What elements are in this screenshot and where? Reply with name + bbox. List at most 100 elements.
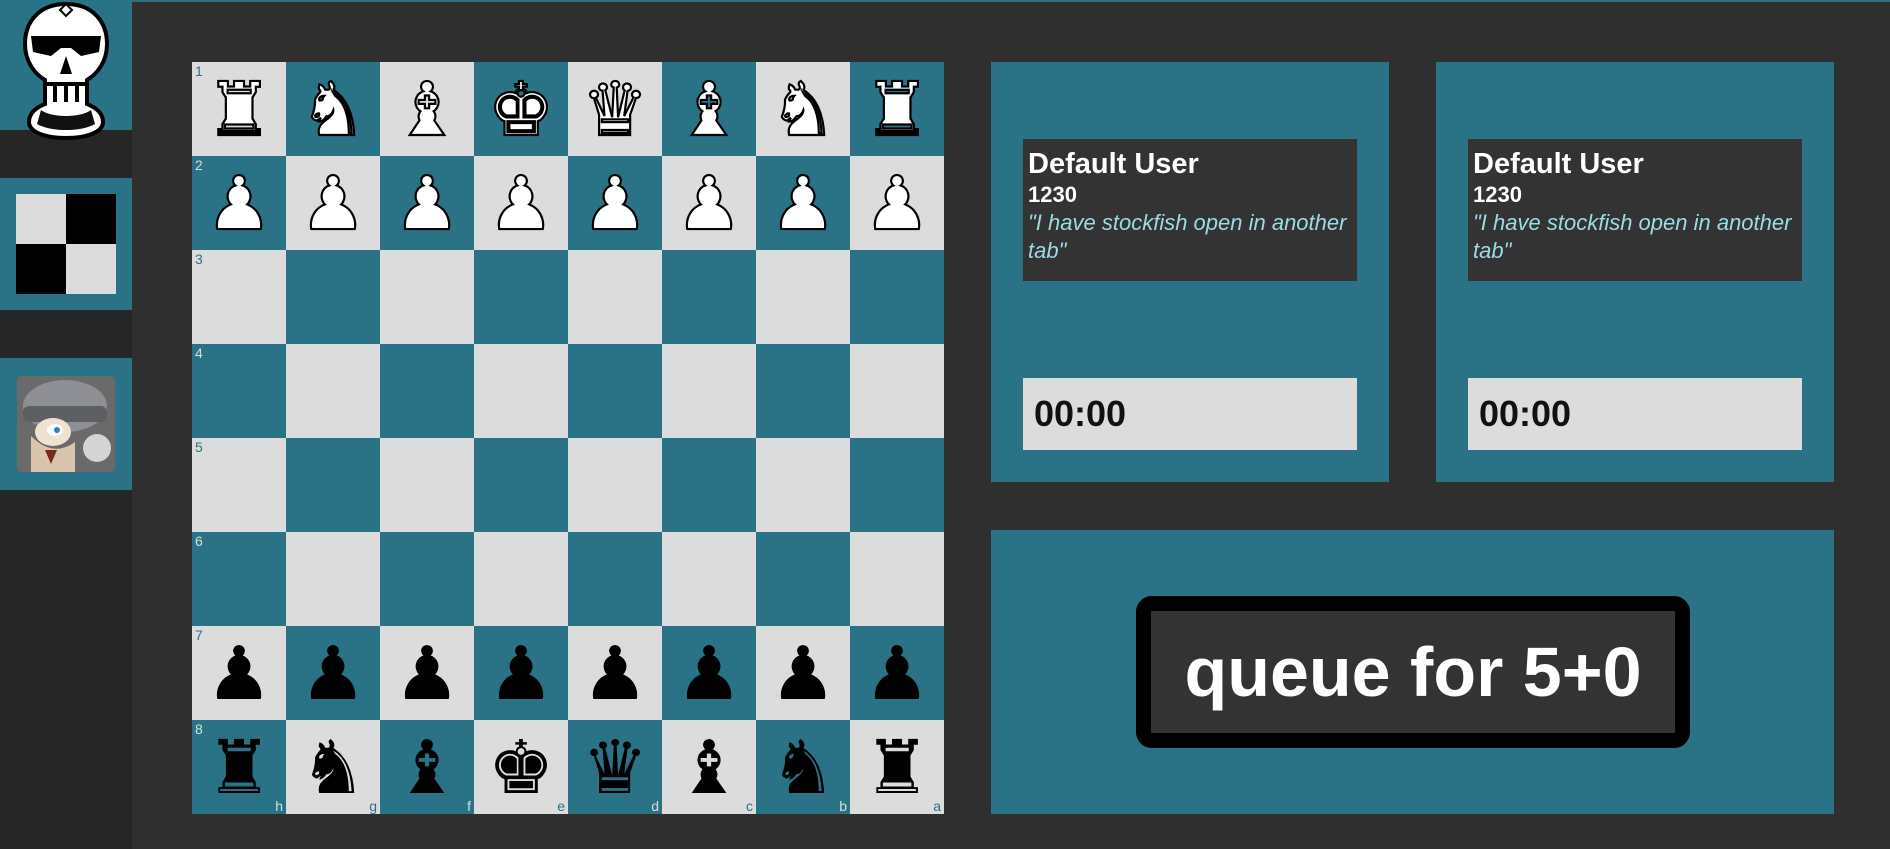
board-square[interactable]: ♟ [286,156,380,250]
board-square[interactable]: ♚ [474,62,568,156]
board-square[interactable] [662,250,756,344]
board-square[interactable] [568,250,662,344]
board-square[interactable]: a ♜ [850,720,944,814]
board-square[interactable]: ♟ [568,626,662,720]
black-pawn-icon[interactable]: ♟ [676,637,742,711]
black-bishop-icon[interactable]: ♝ [394,731,460,805]
board-square[interactable]: ♟ [474,156,568,250]
sidebar-item-board[interactable] [0,178,132,310]
sidebar-item-profile[interactable] [0,358,132,490]
board-square[interactable]: ♟ [662,626,756,720]
board-square[interactable] [474,438,568,532]
white-bishop-icon[interactable]: ♝ [393,72,462,148]
board-square[interactable]: ♟ [756,626,850,720]
white-king-icon[interactable]: ♚ [487,72,556,148]
board-square[interactable] [380,344,474,438]
black-pawn-icon[interactable]: ♟ [394,637,460,711]
board-square[interactable]: ♝ [380,62,474,156]
board-square[interactable]: 6 [192,532,286,626]
black-knight-icon[interactable]: ♞ [300,731,366,805]
board-square[interactable]: 8 h ♜ [192,720,286,814]
board-square[interactable] [380,532,474,626]
white-pawn-icon[interactable]: ♟ [675,166,744,242]
board-square[interactable]: 1 ♜ [192,62,286,156]
board-square[interactable]: ♞ [286,62,380,156]
white-pawn-icon[interactable]: ♟ [393,166,462,242]
board-square[interactable]: 4 [192,344,286,438]
board-square[interactable] [286,438,380,532]
board-square[interactable] [756,344,850,438]
board-square[interactable]: ♟ [850,626,944,720]
board-square[interactable]: ♟ [380,626,474,720]
black-bishop-icon[interactable]: ♝ [676,731,742,805]
board-square[interactable] [474,344,568,438]
board-square[interactable]: f ♝ [380,720,474,814]
white-pawn-icon[interactable]: ♟ [863,166,932,242]
board-square[interactable]: g ♞ [286,720,380,814]
board-square[interactable] [286,250,380,344]
board-square[interactable] [568,438,662,532]
board-square[interactable]: 2 ♟ [192,156,286,250]
white-queen-icon[interactable]: ♛ [581,72,650,148]
sidebar-item-home[interactable] [0,0,132,141]
black-knight-icon[interactable]: ♞ [770,731,836,805]
board-square[interactable]: ♟ [662,156,756,250]
white-pawn-icon[interactable]: ♟ [205,166,274,242]
board-square[interactable] [568,532,662,626]
board-square[interactable]: b ♞ [756,720,850,814]
black-pawn-icon[interactable]: ♟ [582,637,648,711]
board-square[interactable] [850,344,944,438]
board-square[interactable]: ♟ [286,626,380,720]
board-square[interactable]: ♛ [568,62,662,156]
board-square[interactable] [474,250,568,344]
board-square[interactable]: e ♚ [474,720,568,814]
black-queen-icon[interactable]: ♛ [582,731,648,805]
queue-button[interactable]: queue for 5+0 [1136,596,1690,748]
board-square[interactable] [756,250,850,344]
board-square[interactable] [662,532,756,626]
black-pawn-icon[interactable]: ♟ [488,637,554,711]
board-square[interactable]: c ♝ [662,720,756,814]
board-square[interactable] [756,438,850,532]
chess-board[interactable]: 1 ♜ ♞ ♝ ♚ ♛ ♝ ♞ ♜ 2 ♟ ♟ ♟ ♟ ♟ ♟ ♟ ♟ 3 4 5 6 7 ♟ ♟ ♟ ♟ ♟ ♟ ♟ ♟ 8 h ♜ g ♞ f ♝ e ♚… [192,62,944,814]
black-king-icon[interactable]: ♚ [488,731,554,805]
black-pawn-icon[interactable]: ♟ [770,637,836,711]
board-square[interactable] [286,344,380,438]
board-square[interactable]: ♞ [756,62,850,156]
black-rook-icon[interactable]: ♜ [206,731,272,805]
white-pawn-icon[interactable]: ♟ [581,166,650,242]
black-pawn-icon[interactable]: ♟ [300,637,366,711]
board-square[interactable]: ♝ [662,62,756,156]
board-square[interactable] [380,250,474,344]
board-square[interactable]: ♟ [474,626,568,720]
white-knight-icon[interactable]: ♞ [299,72,368,148]
board-square[interactable] [380,438,474,532]
board-square[interactable] [474,532,568,626]
black-pawn-icon[interactable]: ♟ [864,637,930,711]
board-square[interactable]: ♟ [380,156,474,250]
white-bishop-icon[interactable]: ♝ [675,72,744,148]
board-square[interactable]: ♟ [568,156,662,250]
board-square[interactable] [662,344,756,438]
board-square[interactable] [850,438,944,532]
board-square[interactable]: 7 ♟ [192,626,286,720]
board-square[interactable] [568,344,662,438]
board-square[interactable] [286,532,380,626]
board-square[interactable] [850,250,944,344]
white-rook-icon[interactable]: ♜ [863,72,932,148]
white-pawn-icon[interactable]: ♟ [487,166,556,242]
white-pawn-icon[interactable]: ♟ [299,166,368,242]
board-square[interactable]: 5 [192,438,286,532]
board-square[interactable]: d ♛ [568,720,662,814]
black-pawn-icon[interactable]: ♟ [206,637,272,711]
black-rook-icon[interactable]: ♜ [864,731,930,805]
board-square[interactable]: 3 [192,250,286,344]
white-rook-icon[interactable]: ♜ [205,72,274,148]
board-square[interactable] [850,532,944,626]
board-square[interactable]: ♟ [756,156,850,250]
white-knight-icon[interactable]: ♞ [769,72,838,148]
board-square[interactable] [662,438,756,532]
board-square[interactable] [756,532,850,626]
white-pawn-icon[interactable]: ♟ [769,166,838,242]
board-square[interactable]: ♟ [850,156,944,250]
